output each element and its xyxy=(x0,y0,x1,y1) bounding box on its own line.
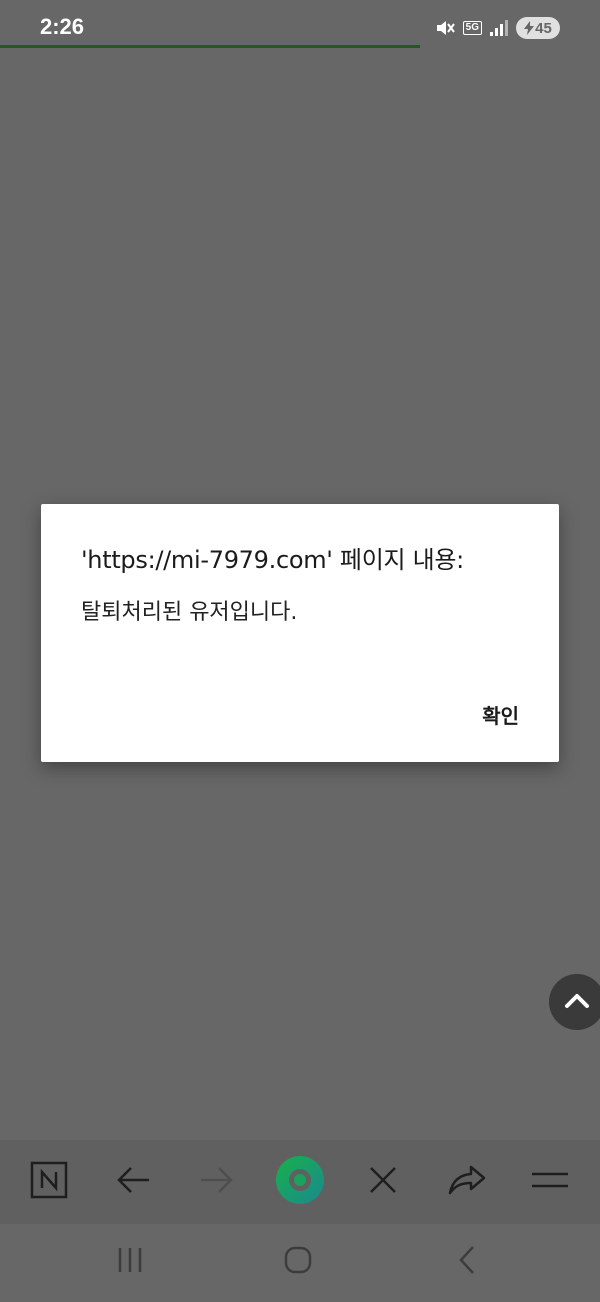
system-back-button[interactable] xyxy=(445,1242,489,1282)
back-icon xyxy=(455,1244,479,1280)
back-button[interactable] xyxy=(111,1160,155,1204)
naver-home-icon xyxy=(30,1161,68,1203)
status-icons: 5G 45 xyxy=(435,14,560,42)
home-button[interactable] xyxy=(276,1242,320,1282)
confirm-button[interactable]: 확인 xyxy=(482,700,519,729)
close-tab-button[interactable] xyxy=(361,1160,405,1204)
mute-icon xyxy=(435,19,455,37)
recent-apps-button[interactable] xyxy=(108,1242,152,1282)
whale-button[interactable] xyxy=(275,1155,325,1209)
battery-charging-icon: 45 xyxy=(516,17,560,39)
system-nav-bar xyxy=(0,1224,600,1302)
back-arrow-icon xyxy=(115,1165,151,1199)
signal-icon xyxy=(490,20,508,36)
battery-level: 45 xyxy=(535,19,552,37)
alert-dialog: 'https://mi-7979.com' 페이지 내용: 탈퇴처리된 유저입니… xyxy=(41,504,559,762)
share-icon xyxy=(447,1164,487,1200)
home-icon xyxy=(283,1245,313,1279)
forward-button[interactable] xyxy=(195,1160,239,1204)
chevron-up-icon xyxy=(564,991,590,1013)
share-button[interactable] xyxy=(445,1160,489,1204)
status-bar: 2:26 5G 45 xyxy=(0,0,600,46)
close-icon xyxy=(368,1165,398,1199)
page-loading-bar xyxy=(0,45,420,48)
menu-icon xyxy=(530,1168,570,1196)
naver-home-button[interactable] xyxy=(27,1160,71,1204)
recent-apps-icon xyxy=(115,1246,145,1278)
5g-icon: 5G xyxy=(462,21,482,35)
forward-arrow-icon xyxy=(199,1165,235,1199)
dialog-title: 'https://mi-7979.com' 페이지 내용: xyxy=(81,546,464,574)
status-clock: 2:26 xyxy=(40,14,85,39)
browser-toolbar xyxy=(0,1140,600,1224)
whale-icon xyxy=(275,1155,325,1209)
scroll-to-top-button[interactable] xyxy=(549,974,600,1030)
menu-button[interactable] xyxy=(528,1160,572,1204)
dialog-message: 탈퇴처리된 유저입니다. xyxy=(81,600,298,625)
